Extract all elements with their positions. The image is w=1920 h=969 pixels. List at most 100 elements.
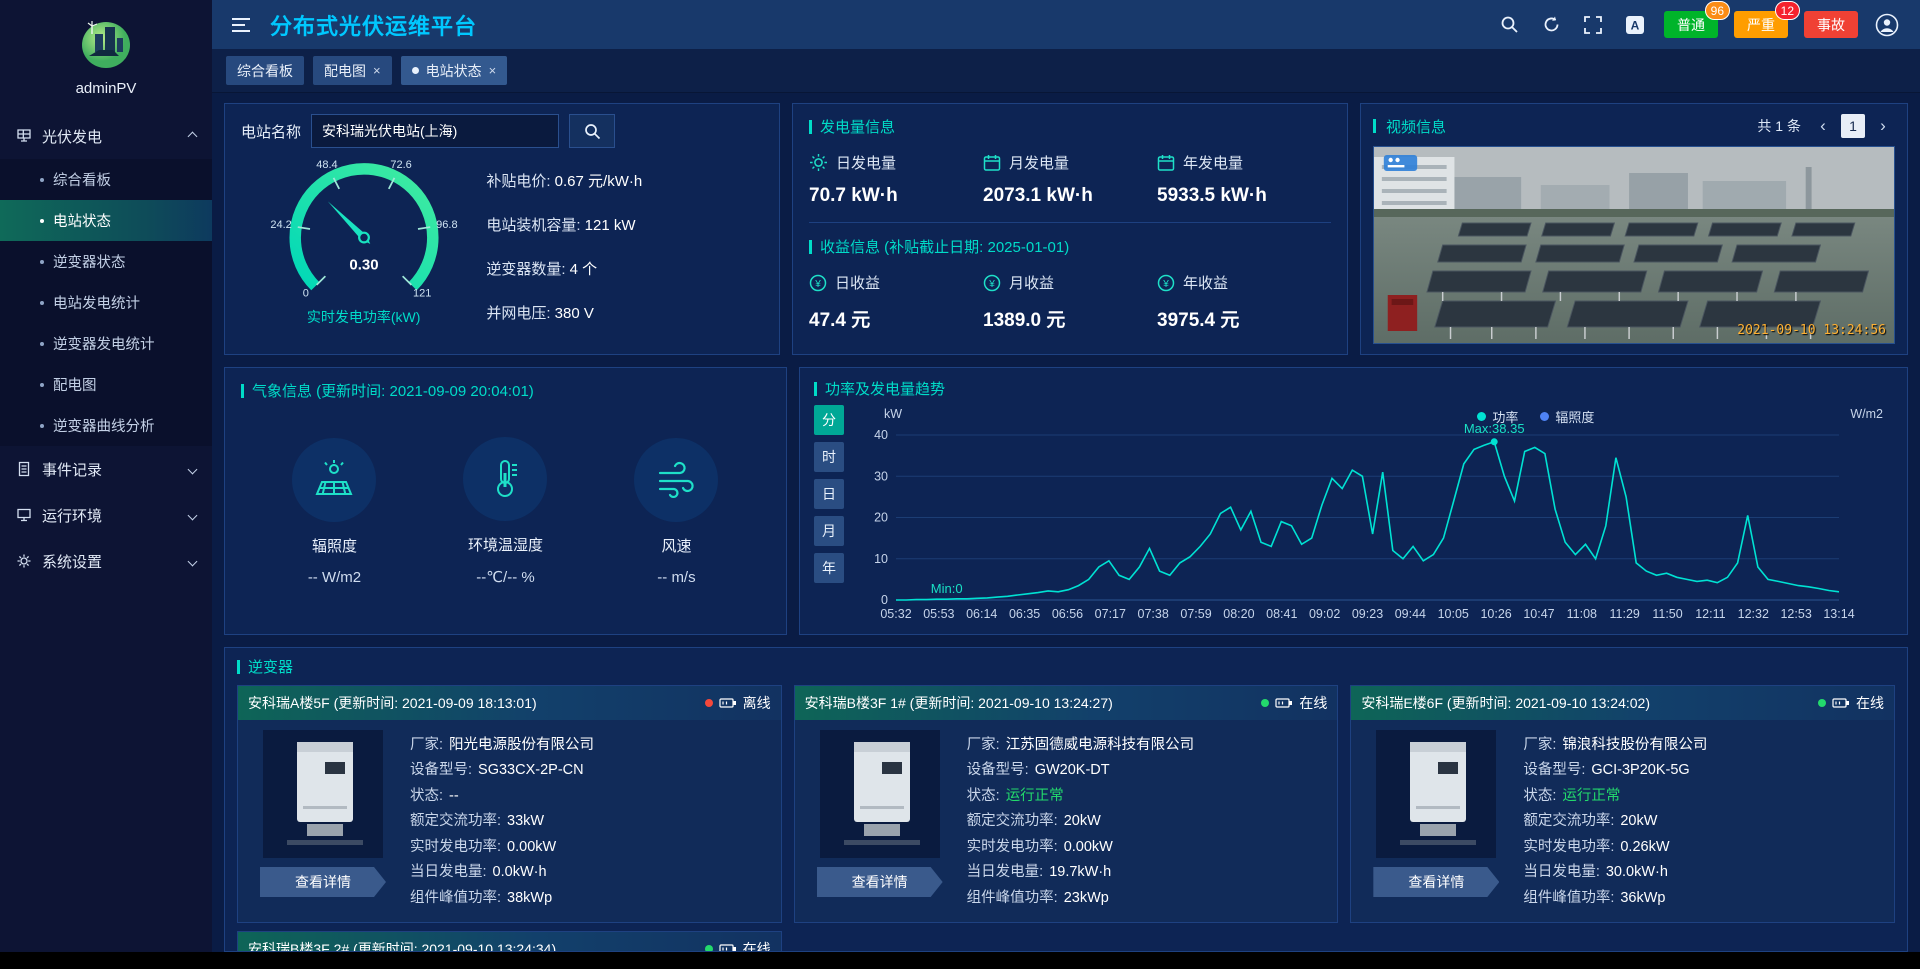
inverter-visual: 查看详情 <box>807 730 953 912</box>
tab-close-icon[interactable]: × <box>373 63 381 78</box>
tab-day[interactable]: 日 <box>814 479 844 509</box>
sidebar-item-distribution[interactable]: 配电图 <box>0 364 212 405</box>
gen-item-month: 月发电量 2073.1 kW·h <box>983 152 1157 207</box>
tab-station-status[interactable]: 电站状态× <box>401 56 508 85</box>
calendar-icon <box>1157 154 1175 172</box>
sidebar-item-station-stats[interactable]: 电站发电统计 <box>0 282 212 323</box>
sidebar-item-curve-analysis[interactable]: 逆变器曲线分析 <box>0 405 212 446</box>
main-area: 分布式光伏运维平台 A 普通 96 严重 <box>212 0 1920 952</box>
svg-text:20: 20 <box>874 511 888 525</box>
title-accent <box>237 660 240 674</box>
logo-box: adminPV <box>0 0 212 107</box>
svg-text:11:08: 11:08 <box>1567 607 1597 621</box>
svg-text:11:50: 11:50 <box>1652 607 1682 621</box>
inverter-card-header: 安科瑞B楼3F 1# (更新时间: 2021-09-10 13:24:27) 在… <box>795 686 1338 720</box>
fullscreen-icon[interactable] <box>1580 12 1606 38</box>
sidebar-item-label: 逆变器发电统计 <box>53 333 155 354</box>
gen-item-day: 日发电量 70.7 kW·h <box>809 152 983 207</box>
tab-minute[interactable]: 分 <box>814 405 844 435</box>
gen-item-year: 年发电量 5933.5 kW·h <box>1157 152 1331 207</box>
panel-title: 逆变器 <box>248 656 293 677</box>
sidebar-item-dashboard[interactable]: 综合看板 <box>0 159 212 200</box>
menu-group-label: 运行环境 <box>42 505 102 526</box>
alarm-accident-button[interactable]: 事故 <box>1804 11 1858 38</box>
legend-power[interactable]: 功率 <box>1477 407 1518 426</box>
field-value: SG33CX-2P-CN <box>478 762 584 778</box>
info-row: 补贴电价: 0.67 元/kW·h <box>486 170 763 191</box>
generation-title-row: 发电量信息 <box>809 116 1331 137</box>
sidebar-item-inverter-stats[interactable]: 逆变器发电统计 <box>0 323 212 364</box>
view-details-button[interactable]: 查看详情 <box>817 867 943 897</box>
menu-group-label: 光伏发电 <box>42 126 102 147</box>
money-icon: ¥ <box>1157 274 1175 292</box>
hamburger-menu-icon[interactable] <box>228 12 254 38</box>
inverter-field: 设备型号:GCI-3P20K-5G <box>1523 757 1882 782</box>
title-accent <box>814 382 817 396</box>
tab-hour[interactable]: 时 <box>814 442 844 472</box>
inverter-field: 额定交流功率:20kW <box>967 808 1326 833</box>
field-label: 状态: <box>1523 788 1556 804</box>
svg-text:40: 40 <box>874 428 888 442</box>
inverter-card-header: 安科瑞B楼3F 2# (更新时间: 2021-09-10 13:24:34) 在… <box>238 932 781 952</box>
svg-text:09:44: 09:44 <box>1395 607 1426 621</box>
panel-title: 发电量信息 <box>820 116 895 137</box>
trend-panel: 功率及发电量趋势 分 时 日 月 年 kW W/m2 <box>799 367 1908 635</box>
sidebar-item-inverter-status[interactable]: 逆变器状态 <box>0 241 212 282</box>
view-details-button[interactable]: 查看详情 <box>260 867 386 897</box>
legend-irradiance[interactable]: 辐照度 <box>1540 407 1594 426</box>
sidebar-item-label: 电站状态 <box>53 210 111 231</box>
station-search-row: 电站名称 <box>241 114 763 148</box>
field-value: 江苏固德威电源科技有限公司 <box>1006 737 1195 753</box>
menu-group-events[interactable]: 事件记录 <box>0 446 212 492</box>
tab-distribution[interactable]: 配电图 × <box>313 56 392 85</box>
field-label: 实时发电功率: <box>967 839 1058 855</box>
menu-group-pv[interactable]: 光伏发电 <box>0 113 212 159</box>
tab-label: 配电图 <box>324 61 366 81</box>
chevron-down-icon <box>188 510 198 520</box>
rev-item-day: ¥日收益 47.4 元 <box>809 272 983 332</box>
alarm-serious-button[interactable]: 严重 12 <box>1734 11 1788 38</box>
menu-group-environment[interactable]: 运行环境 <box>0 492 212 538</box>
inverter-status: 在线 <box>1810 693 1884 713</box>
svg-text:08:20: 08:20 <box>1223 607 1254 621</box>
alarm-normal-button[interactable]: 普通 96 <box>1664 11 1718 38</box>
menu-group-settings[interactable]: 系统设置 <box>0 538 212 584</box>
inverter-field: 当日发电量:30.0kW·h <box>1523 859 1882 884</box>
svg-text:05:32: 05:32 <box>880 607 911 621</box>
tab-dashboard[interactable]: 综合看板 <box>226 56 304 85</box>
legend-label: 辐照度 <box>1555 407 1594 426</box>
sidebar-item-station-status[interactable]: 电站状态 <box>0 200 212 241</box>
info-row: 逆变器数量: 4 个 <box>486 258 763 279</box>
alarm-accident-label: 事故 <box>1817 15 1845 35</box>
station-name-input[interactable] <box>311 114 559 148</box>
station-panel: 电站名称 <box>224 103 780 355</box>
field-label: 设备型号: <box>1523 762 1585 778</box>
refresh-icon[interactable] <box>1538 12 1564 38</box>
tab-close-icon[interactable]: × <box>489 63 497 78</box>
next-page-icon[interactable]: › <box>1871 114 1895 138</box>
inverter-fields: 厂家:阳光电源股份有限公司设备型号:SG33CX-2P-CN状态:--额定交流功… <box>410 730 769 912</box>
svg-text:12:32: 12:32 <box>1738 607 1769 621</box>
inverter-photo <box>1370 730 1502 858</box>
station-search-button[interactable] <box>569 114 615 148</box>
view-details-button[interactable]: 查看详情 <box>1373 867 1499 897</box>
video-frame[interactable]: 2021-09-10 13:24:56 <box>1373 146 1895 344</box>
field-label: 额定交流功率: <box>967 813 1058 829</box>
inverter-field: 额定交流功率:20kW <box>1523 808 1882 833</box>
menu-group-label: 系统设置 <box>42 551 102 572</box>
svg-text:10:05: 10:05 <box>1438 607 1469 621</box>
tab-year[interactable]: 年 <box>814 553 844 583</box>
tab-month[interactable]: 月 <box>814 516 844 546</box>
inverter-field: 实时发电功率:0.26kW <box>1523 834 1882 859</box>
trend-line-svg: 01020304005:3205:5306:1406:3506:5607:170… <box>854 405 1893 624</box>
user-avatar-icon[interactable] <box>1874 12 1900 38</box>
search-icon[interactable] <box>1496 12 1522 38</box>
prev-page-icon[interactable]: ‹ <box>1811 114 1835 138</box>
language-icon[interactable]: A <box>1622 12 1648 38</box>
bullet-icon <box>40 424 44 428</box>
inverter-title: 安科瑞A楼5F (更新时间: 2021-09-09 18:13:01) <box>248 693 537 713</box>
bullet-icon <box>40 301 44 305</box>
page-number[interactable]: 1 <box>1841 114 1865 138</box>
info-label: 电站装机容量: <box>486 217 580 234</box>
weather-temp-humidity: 环境温湿度 --℃/-- % <box>463 437 547 586</box>
